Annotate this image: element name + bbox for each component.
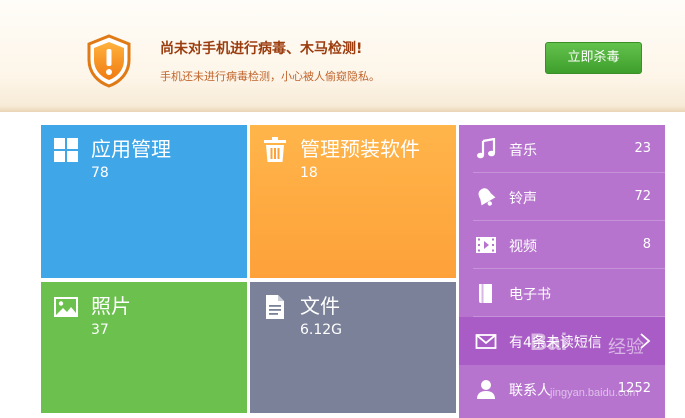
- bell-icon: [478, 188, 496, 206]
- tile-count: 18: [300, 165, 318, 181]
- tile-count: 6.12G: [300, 322, 343, 338]
- person-icon: [477, 380, 495, 399]
- tile-label: 应用管理: [91, 137, 171, 161]
- tile-app-management[interactable]: 应用管理 78: [41, 125, 247, 278]
- media-item-ebooks[interactable]: 电子书: [459, 269, 665, 317]
- scan-now-button[interactable]: 立即杀毒: [545, 42, 642, 74]
- warning-title: 尚未对手机进行病毒、木马检测!: [160, 41, 363, 57]
- media-item-label: 铃声: [509, 191, 537, 207]
- media-item-music[interactable]: 音乐 23: [459, 125, 665, 173]
- music-note-icon: [477, 138, 496, 159]
- warning-banner: 尚未对手机进行病毒、木马检测! 手机还未进行病毒检测，小心被人偷窥隐私。 立即杀…: [0, 0, 685, 112]
- document-icon: [266, 295, 284, 319]
- envelope-icon: [475, 334, 497, 349]
- media-item-label: 电子书: [509, 287, 551, 303]
- film-icon: [476, 237, 496, 253]
- tile-preinstalled-software[interactable]: 管理预装软件 18: [250, 125, 456, 278]
- warning-subtitle: 手机还未进行病毒检测，小心被人偷窥隐私。: [160, 70, 380, 83]
- watermark-url: jingyan.baidu.com: [550, 387, 639, 399]
- watermark-text: 经验: [608, 337, 644, 358]
- tile-label: 文件: [300, 294, 340, 318]
- media-item-ringtones[interactable]: 铃声 72: [459, 173, 665, 221]
- media-item-videos[interactable]: 视频 8: [459, 221, 665, 269]
- media-item-count: 23: [634, 141, 651, 156]
- tile-count: 37: [91, 322, 109, 338]
- media-item-count: 8: [642, 237, 651, 252]
- shield-warning-icon: [87, 34, 131, 88]
- baidu-jingyan-watermark: Bai 经验 jingyan.baidu.com: [530, 325, 680, 415]
- tile-files[interactable]: 文件 6.12G: [250, 282, 456, 413]
- trash-icon: [264, 137, 286, 162]
- tile-count: 78: [91, 165, 109, 181]
- media-item-count: 72: [634, 189, 651, 204]
- grid-icon: [54, 138, 78, 162]
- image-icon: [54, 297, 78, 317]
- tile-label: 管理预装软件: [300, 137, 420, 161]
- tile-label: 照片: [91, 294, 131, 318]
- media-item-label: 视频: [509, 239, 537, 255]
- watermark-logo: Bai: [530, 329, 568, 356]
- book-icon: [479, 284, 492, 303]
- media-item-label: 音乐: [509, 143, 537, 159]
- tile-photos[interactable]: 照片 37: [41, 282, 247, 413]
